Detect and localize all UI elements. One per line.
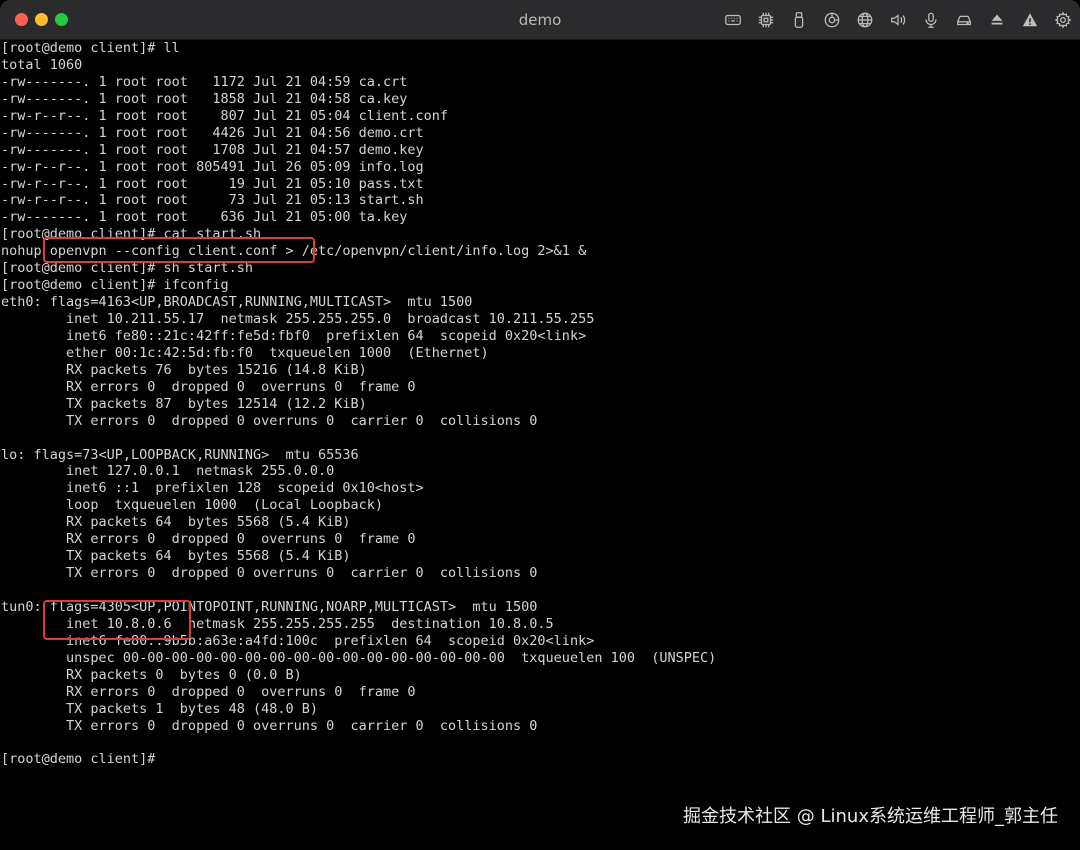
settings-icon[interactable]	[1052, 9, 1074, 31]
terminal-line: -rw-r--r--. 1 root root 19 Jul 21 05:10 …	[1, 175, 424, 192]
shared-folder-icon[interactable]	[821, 9, 843, 31]
terminal-line: RX errors 0 dropped 0 overruns 0 frame 0	[1, 683, 416, 700]
terminal-line: RX packets 0 bytes 0 (0.0 B)	[1, 666, 302, 683]
terminal-line: inet 10.211.55.17 netmask 255.255.255.0 …	[1, 311, 595, 327]
terminal-line: -rw-r--r--. 1 root root 807 Jul 21 05:04…	[1, 107, 449, 124]
terminal-line: -rw-------. 1 root root 1858 Jul 21 04:5…	[1, 90, 408, 107]
terminal-line: RX packets 64 bytes 5568 (5.4 KiB)	[1, 514, 351, 531]
terminal-line: -rw-------. 1 root root 636 Jul 21 05:00…	[1, 209, 408, 226]
disk-icon[interactable]	[953, 9, 975, 31]
title-bar: demo	[0, 0, 1080, 40]
terminal-line: eth0: flags=4163<UP,BROADCAST,RUNNING,MU…	[1, 294, 473, 311]
terminal-output[interactable]: [root@demo client]# ll total 1060 -rw-----…	[0, 40, 1080, 850]
terminal-line: [root@demo client]# ll	[1, 40, 180, 56]
terminal-line: inet 127.0.0.1 netmask 255.0.0.0	[1, 463, 335, 480]
microphone-icon[interactable]	[920, 9, 942, 31]
terminal-line: [root@demo client]# ifconfig	[1, 277, 229, 294]
terminal-text: [root@demo client]# ll total 1060 -rw-----…	[1, 40, 716, 768]
cpu-icon[interactable]	[755, 9, 777, 31]
usb-icon[interactable]	[788, 9, 810, 31]
terminal-line: total 1060	[1, 56, 83, 73]
terminal-line: TX packets 64 bytes 5568 (5.4 KiB)	[1, 548, 351, 565]
volume-icon[interactable]	[887, 9, 909, 31]
terminal-line: -rw-r--r--. 1 root root 805491 Jul 26 05…	[1, 158, 424, 175]
watermark: 掘金技术社区 @ Linux系统运维工程师_郭主任	[683, 806, 1058, 827]
vm-toolbar	[711, 9, 1074, 31]
highlight-openvpn-command	[43, 237, 315, 263]
terminal-line: unspec 00-00-00-00-00-00-00-00-00-00-00-…	[1, 649, 717, 666]
terminal-line: lo: flags=73<UP,LOOPBACK,RUNNING> mtu 65…	[1, 446, 359, 463]
terminal-line: [root@demo client]#	[1, 751, 156, 768]
terminal-line: loop txqueuelen 1000 (Local Loopback)	[1, 497, 384, 514]
terminal-line: ether 00:1c:42:5d:fb:f0 txqueuelen 1000 …	[1, 344, 489, 361]
terminal-line: inet6 ::1 prefixlen 128 scopeid 0x10<hos…	[1, 480, 424, 497]
terminal-line: -rw-------. 1 root root 1708 Jul 21 04:5…	[1, 141, 424, 158]
terminal-line: TX errors 0 dropped 0 overruns 0 carrier…	[1, 565, 538, 582]
terminal-line: TX packets 87 bytes 12514 (12.2 KiB)	[1, 395, 367, 412]
highlight-tun0-inet	[43, 600, 191, 640]
terminal-line: TX packets 1 bytes 48 (48.0 B)	[1, 700, 318, 717]
eject-icon[interactable]	[986, 9, 1008, 31]
terminal-line: RX errors 0 dropped 0 overruns 0 frame 0	[1, 378, 416, 395]
terminal-window: demo [root@demo client]# ll total 1060 -…	[0, 0, 1080, 850]
warning-icon[interactable]	[1019, 9, 1041, 31]
terminal-line: -rw-r--r--. 1 root root 73 Jul 21 05:13 …	[1, 192, 424, 209]
network-icon[interactable]	[854, 9, 876, 31]
keyboard-icon[interactable]	[722, 9, 744, 31]
terminal-line: TX errors 0 dropped 0 overruns 0 carrier…	[1, 412, 538, 429]
terminal-line: -rw-------. 1 root root 1172 Jul 21 04:5…	[1, 73, 408, 90]
terminal-line: inet6 fe80::21c:42ff:fe5d:fbf0 prefixlen…	[1, 327, 587, 344]
terminal-line: RX packets 76 bytes 15216 (14.8 KiB)	[1, 361, 367, 378]
terminal-line: RX errors 0 dropped 0 overruns 0 frame 0	[1, 531, 416, 548]
terminal-line: TX errors 0 dropped 0 overruns 0 carrier…	[1, 717, 538, 734]
terminal-line: -rw-------. 1 root root 4426 Jul 21 04:5…	[1, 124, 424, 141]
